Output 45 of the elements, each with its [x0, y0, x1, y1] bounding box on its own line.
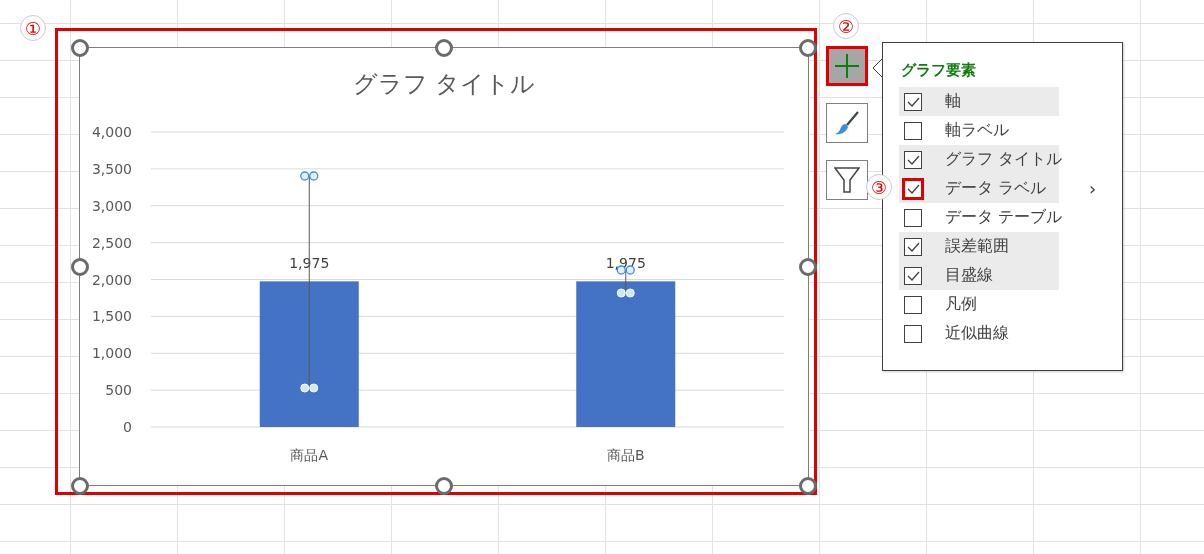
paintbrush-icon — [834, 110, 860, 136]
option-label[interactable]: 軸 — [945, 91, 961, 112]
option-label[interactable]: 近似曲線 — [945, 323, 1009, 344]
resize-handle[interactable] — [71, 39, 89, 57]
option-label[interactable]: グラフ タイトル — [945, 149, 1063, 170]
axis-tick-label: 2,500 — [91, 234, 132, 251]
checkbox[interactable] — [904, 266, 922, 285]
chart-filters-button[interactable] — [826, 160, 868, 200]
panel-title: グラフ要素 — [901, 61, 977, 81]
checkmark-icon — [906, 154, 920, 165]
option-label[interactable]: データ テーブル — [945, 207, 1063, 228]
option-label[interactable]: 凡例 — [945, 294, 977, 315]
resize-handle[interactable] — [71, 477, 89, 495]
axis-tick-label: 3,000 — [91, 197, 132, 214]
chart-styles-button[interactable] — [826, 103, 868, 143]
axis-tick-label: 2,000 — [91, 271, 132, 288]
chart-title: グラフ タイトル — [352, 70, 536, 98]
checkbox[interactable] — [904, 121, 922, 140]
checkbox[interactable] — [904, 150, 922, 169]
funnel-icon — [834, 166, 860, 194]
checkmark-icon — [906, 241, 920, 252]
category-label: 商品A — [290, 447, 329, 463]
option-label[interactable]: 軸ラベル — [945, 120, 1009, 141]
checkmark-icon — [906, 183, 920, 194]
resize-handle[interactable] — [71, 258, 89, 276]
axis-tick-label: 1,000 — [91, 345, 132, 362]
axis-tick-label: 0 — [123, 419, 132, 435]
plus-icon — [834, 53, 860, 79]
axis-tick-label: 500 — [105, 382, 132, 399]
checkmark-icon — [906, 270, 920, 281]
checkmark-icon — [906, 96, 920, 107]
checkbox[interactable] — [904, 237, 922, 256]
callout-number: ② — [833, 13, 859, 39]
checkbox[interactable] — [904, 295, 922, 314]
checkbox[interactable] — [904, 92, 922, 111]
resize-handle[interactable] — [799, 39, 817, 57]
callout-number: ① — [20, 15, 46, 41]
checkbox[interactable] — [904, 324, 922, 343]
submenu-chevron[interactable]: › — [1089, 178, 1097, 199]
checkbox[interactable] — [904, 208, 922, 227]
axis-tick-label: 3,500 — [91, 160, 132, 177]
axis-tick-label: 4,000 — [91, 124, 132, 140]
category-label: 商品B — [606, 447, 645, 463]
resize-handle[interactable] — [435, 39, 453, 57]
axis-tick-label: 1,500 — [91, 308, 132, 325]
